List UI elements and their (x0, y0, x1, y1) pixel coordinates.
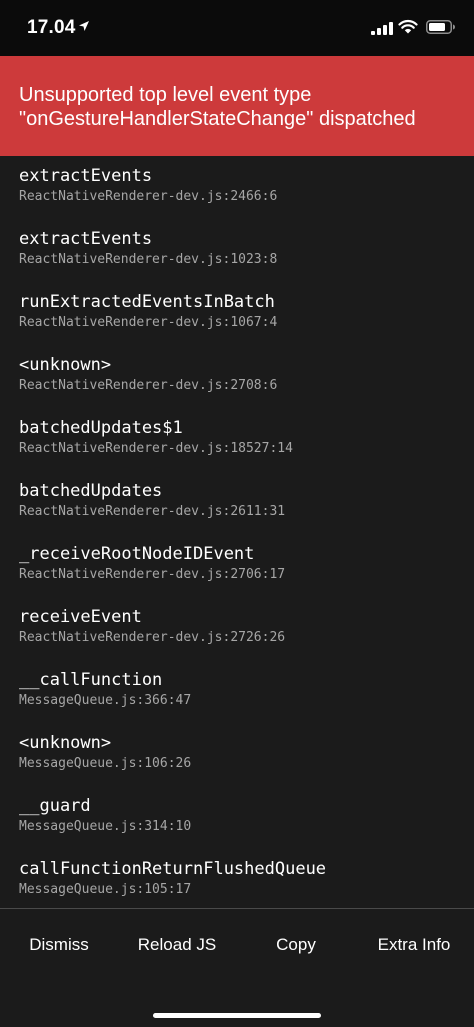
status-time: 17.04 (27, 17, 76, 38)
frame-location: ReactNativeRenderer-dev.js:1023:8 (19, 252, 278, 267)
frame-location: MessageQueue.js:366:47 (19, 693, 192, 708)
status-bar: 17.04 (0, 0, 474, 56)
stack-frame[interactable]: extractEvents ReactNativeRenderer-dev.js… (19, 228, 459, 269)
footer-toolbar: Dismiss Reload JS Copy Extra Info (0, 908, 474, 1027)
error-message-line-2: "onGestureHandlerStateChange" dispatched (19, 108, 416, 130)
stack-frame[interactable]: extractEvents ReactNativeRenderer-dev.js… (19, 165, 459, 206)
stack-frame[interactable]: batchedUpdates ReactNativeRenderer-dev.j… (19, 480, 459, 521)
frame-function: runExtractedEventsInBatch (19, 292, 275, 312)
reload-js-button[interactable]: Reload JS (138, 935, 216, 955)
frame-function: __callFunction (19, 670, 163, 690)
stack-trace[interactable]: extractEvents ReactNativeRenderer-dev.js… (0, 156, 474, 908)
error-message: Unsupported top level event type "onGest… (19, 83, 459, 131)
stack-frame[interactable]: <unknown> MessageQueue.js:106:26 (19, 732, 459, 773)
stack-frame[interactable]: __guard MessageQueue.js:314:10 (19, 795, 459, 836)
stack-frame[interactable]: __callFunction MessageQueue.js:366:47 (19, 669, 459, 710)
stack-frame[interactable]: batchedUpdates$1 ReactNativeRenderer-dev… (19, 417, 459, 458)
frame-function: receiveEvent (19, 607, 142, 627)
stack-frame[interactable]: _receiveRootNodeIDEvent ReactNativeRende… (19, 543, 459, 584)
frame-location: MessageQueue.js:105:17 (19, 882, 192, 897)
frame-location: ReactNativeRenderer-dev.js:2708:6 (19, 378, 278, 393)
stack-frame[interactable]: runExtractedEventsInBatch ReactNativeRen… (19, 291, 459, 332)
frame-function: _receiveRootNodeIDEvent (19, 544, 255, 564)
frame-function: callFunctionReturnFlushedQueue (19, 859, 327, 879)
dismiss-button[interactable]: Dismiss (29, 935, 89, 955)
stack-frame[interactable]: callFunctionReturnFlushedQueue MessageQu… (19, 858, 459, 899)
frame-location: ReactNativeRenderer-dev.js:2611:31 (19, 504, 286, 519)
frame-location: ReactNativeRenderer-dev.js:2706:17 (19, 567, 286, 582)
copy-button[interactable]: Copy (276, 935, 316, 955)
frame-location: MessageQueue.js:106:26 (19, 756, 192, 771)
frame-location: MessageQueue.js:314:10 (19, 819, 192, 834)
frame-location: ReactNativeRenderer-dev.js:1067:4 (19, 315, 278, 330)
home-indicator[interactable] (153, 1013, 321, 1018)
frame-function: <unknown> (19, 733, 112, 753)
battery-icon (426, 20, 455, 34)
error-header: Unsupported top level event type "onGest… (0, 56, 474, 156)
error-message-line-1: Unsupported top level event type (19, 84, 312, 106)
frame-location: ReactNativeRenderer-dev.js:2466:6 (19, 189, 278, 204)
frame-location: ReactNativeRenderer-dev.js:2726:26 (19, 630, 286, 645)
frame-function: extractEvents (19, 166, 153, 186)
frame-function: extractEvents (19, 229, 153, 249)
extra-info-button[interactable]: Extra Info (378, 935, 451, 955)
stack-frame[interactable]: receiveEvent ReactNativeRenderer-dev.js:… (19, 606, 459, 647)
wifi-icon (398, 19, 418, 34)
frame-location: ReactNativeRenderer-dev.js:18527:14 (19, 441, 293, 456)
stack-frame[interactable]: <unknown> ReactNativeRenderer-dev.js:270… (19, 354, 459, 395)
frame-function: batchedUpdates (19, 481, 163, 501)
frame-function: __guard (19, 796, 91, 816)
cellular-signal-icon (371, 22, 393, 35)
location-arrow-icon (79, 21, 89, 31)
frame-function: <unknown> (19, 355, 112, 375)
frame-function: batchedUpdates$1 (19, 418, 183, 438)
